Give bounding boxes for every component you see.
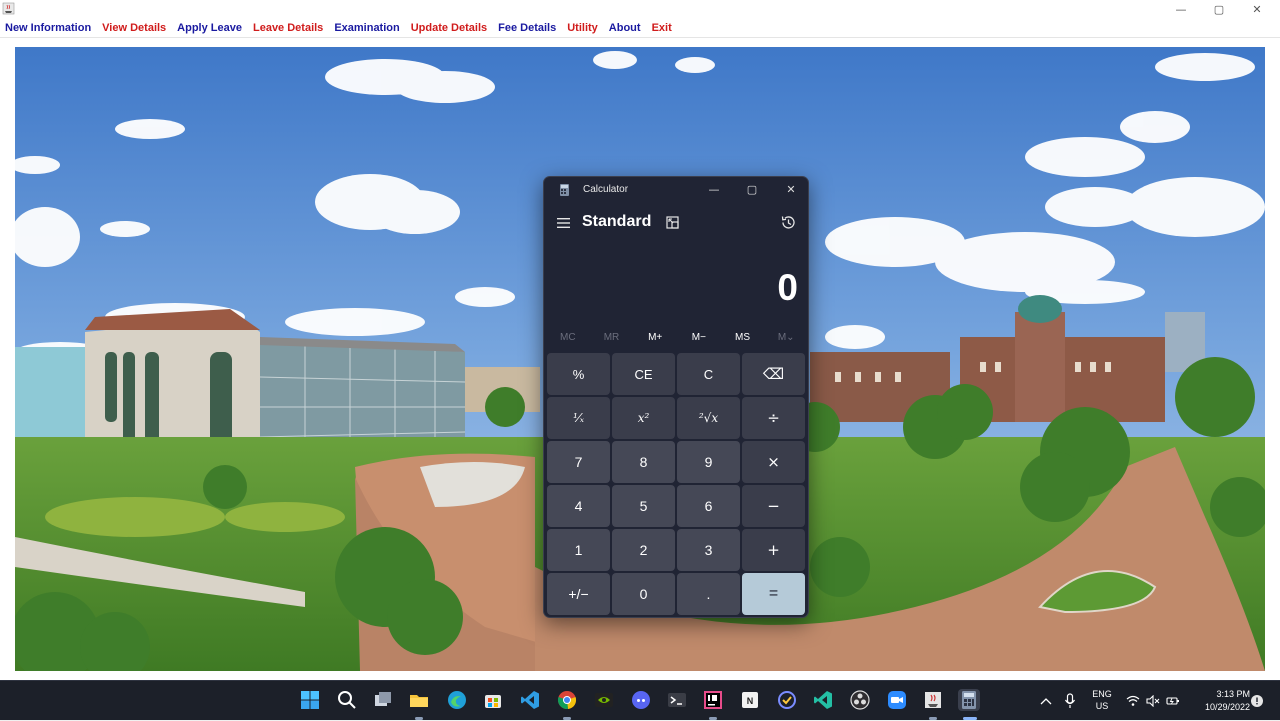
percent-key[interactable]: % [547,353,610,395]
menu-new-information[interactable]: New Information [5,22,91,34]
start-icon[interactable] [299,689,321,711]
menu-exit[interactable]: Exit [652,22,672,34]
language-code: ENG [1092,689,1112,699]
menu-about[interactable]: About [609,22,641,34]
multiply-key[interactable]: × [742,441,805,483]
tray-chevron-icon[interactable] [1040,681,1052,721]
calculator-app-icon [560,184,569,196]
discord-icon[interactable] [630,689,652,711]
edge-icon[interactable] [446,689,468,711]
window-minimize-button[interactable]: — [1162,0,1200,18]
obs-icon[interactable] [849,689,871,711]
digit-6-key[interactable]: 6 [677,485,740,527]
decimal-key[interactable]: . [677,573,740,615]
menu-examination[interactable]: Examination [334,22,399,34]
nvidia-icon[interactable] [593,689,615,711]
chrome-icon[interactable] [556,689,578,711]
language-indicator[interactable]: ENG US [1090,688,1114,712]
digit-8-key[interactable]: 8 [612,441,675,483]
volume-muted-icon[interactable] [1146,681,1160,721]
digit-9-key[interactable]: 9 [677,441,740,483]
equals-key[interactable]: = [742,573,805,615]
microphone-icon[interactable] [1064,681,1076,721]
wifi-icon[interactable] [1126,681,1140,721]
calculator-mode-title: Standard [582,213,652,230]
notepad-icon[interactable]: N [739,689,761,711]
calculator-taskbar-icon[interactable] [958,689,980,711]
zoom-icon[interactable] [886,689,908,711]
calculator-keypad: % CE C ⌫ ¹⁄ₓ x² ²√x ÷ 7 8 9 × 4 5 6− 1 2 3 + +/− 0. = [547,353,807,615]
calculator-maximize-button[interactable]: ▢ [734,177,770,201]
taskbar-clock[interactable]: 3:13 PM 10/29/2022 [1188,688,1250,714]
negate-key[interactable]: +/− [547,573,610,615]
calculator-window: Calculator — ▢ ✕ Standard 0 MC MR M+ M− MS M⌄… [543,176,809,618]
memory-recall-button[interactable]: MR [590,329,634,347]
vscode-insiders-icon[interactable] [812,689,834,711]
search-icon[interactable] [336,689,358,711]
square-key[interactable]: x² [612,397,675,439]
task-view-icon[interactable] [372,689,394,711]
digit-7-key[interactable]: 7 [547,441,610,483]
digit-5-key[interactable]: 5 [612,485,675,527]
subtract-key[interactable]: − [742,485,805,527]
divide-key[interactable]: ÷ [742,397,805,439]
calculator-display: 0 [777,267,798,308]
memory-add-button[interactable]: M+ [633,329,677,347]
menu-fee-details[interactable]: Fee Details [498,22,556,34]
square-root-key[interactable]: ²√x [677,397,740,439]
clock-time: 3:13 PM [1216,689,1250,699]
file-explorer-icon[interactable] [408,689,430,711]
menu-leave-details[interactable]: Leave Details [253,22,323,34]
digit-0-key[interactable]: 0 [612,573,675,615]
java-cup-icon [2,2,15,15]
calculator-close-button[interactable]: ✕ [773,177,808,201]
memory-subtract-button[interactable]: M− [677,329,721,347]
history-icon[interactable] [780,214,797,231]
reciprocal-key[interactable]: ¹⁄ₓ [547,397,610,439]
calculator-title: Calculator [583,184,629,195]
clock-date: 10/29/2022 [1204,702,1250,712]
window-close-button[interactable]: ✕ [1238,0,1276,18]
hamburger-menu-icon[interactable] [556,216,572,230]
app-window: — ▢ ✕ New Information View Details Apply L… [0,0,1280,680]
taskbar: N ENG US 3:13 PM 10/29/2022 [0,680,1280,720]
todo-icon[interactable] [776,689,798,711]
svg-text:N: N [747,696,754,706]
notification-icon[interactable] [1250,681,1264,721]
calculator-minimize-button[interactable]: — [696,177,732,201]
digit-3-key[interactable]: 3 [677,529,740,571]
memory-clear-button[interactable]: MC [546,329,590,347]
store-icon[interactable] [482,689,504,711]
memory-row: MC MR M+ M− MS M⌄ [546,329,808,347]
digit-1-key[interactable]: 1 [547,529,610,571]
add-key[interactable]: + [742,529,805,571]
menu-apply-leave[interactable]: Apply Leave [177,22,242,34]
java-app-icon[interactable] [922,689,944,711]
digit-4-key[interactable]: 4 [547,485,610,527]
terminal-icon[interactable] [666,689,688,711]
vscode-icon[interactable] [519,689,541,711]
menu-bar: New Information View Details Apply Leave Le… [0,18,1280,38]
backspace-key[interactable]: ⌫ [742,353,805,395]
battery-icon[interactable] [1166,681,1180,721]
digit-2-key[interactable]: 2 [612,529,675,571]
menu-update-details[interactable]: Update Details [411,22,487,34]
menu-utility[interactable]: Utility [567,22,598,34]
menu-view-details[interactable]: View Details [102,22,166,34]
keep-on-top-icon[interactable] [665,215,681,231]
memory-list-button[interactable]: M⌄ [764,329,808,347]
window-maximize-button[interactable]: ▢ [1200,0,1238,18]
clear-key[interactable]: C [677,353,740,395]
window-titlebar: — ▢ ✕ [0,0,1280,18]
memory-store-button[interactable]: MS [721,329,765,347]
intellij-icon[interactable] [702,689,724,711]
region-code: US [1095,701,1109,711]
clear-entry-key[interactable]: CE [612,353,675,395]
